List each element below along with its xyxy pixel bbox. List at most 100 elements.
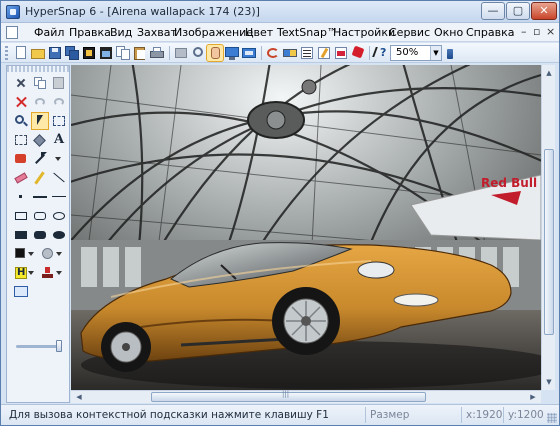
- scroll-left-icon[interactable]: ◀: [73, 392, 85, 402]
- minimize-button[interactable]: —: [481, 2, 505, 20]
- menu-settings[interactable]: Настройки: [333, 26, 395, 39]
- flip-icon[interactable]: [282, 45, 298, 61]
- mdi-close-button[interactable]: ×: [546, 25, 555, 38]
- chevron-down-icon[interactable]: [52, 246, 68, 262]
- capture-window-icon[interactable]: [98, 45, 114, 61]
- toolbar-separator: [261, 46, 262, 60]
- image-height-value: y:1200: [503, 407, 545, 423]
- hand-tool-icon[interactable]: [206, 44, 224, 62]
- undo-icon[interactable]: [32, 94, 48, 110]
- delete-icon[interactable]: [13, 94, 29, 110]
- rounded-rect-icon[interactable]: [32, 208, 48, 224]
- menu-help[interactable]: Справка: [466, 26, 514, 39]
- stamp-tool-icon[interactable]: [13, 151, 29, 167]
- new-file-icon[interactable]: [13, 45, 29, 61]
- text-capture-icon[interactable]: [299, 45, 315, 61]
- toolbar-grip[interactable]: [5, 46, 8, 60]
- hypersnap-window: HyperSnap 6 - [Airena wallapack 174 (23)…: [0, 0, 560, 426]
- chevron-down-icon[interactable]: [52, 265, 68, 281]
- scissors-icon[interactable]: [13, 75, 29, 91]
- text-tool-icon[interactable]: A: [51, 132, 67, 148]
- fit-to-window-icon[interactable]: [13, 284, 29, 300]
- menu-color[interactable]: Цвет: [245, 26, 273, 39]
- scroll-up-icon[interactable]: ▲: [544, 67, 554, 79]
- drawing-tool-palette: A H: [6, 65, 70, 403]
- highlight-icon[interactable]: [333, 45, 349, 61]
- scroll-down-icon[interactable]: ▼: [544, 376, 554, 388]
- open-folder-icon[interactable]: [30, 45, 46, 61]
- chevron-down-icon[interactable]: [24, 265, 40, 281]
- crop-tool-icon[interactable]: [190, 45, 206, 61]
- image-settings-icon[interactable]: [173, 45, 189, 61]
- paste-icon[interactable]: [132, 45, 148, 61]
- stamp-icon[interactable]: [350, 45, 366, 61]
- close-button[interactable]: ✕: [531, 2, 557, 20]
- arrow-tool-icon[interactable]: [32, 151, 48, 167]
- line-width-icon[interactable]: [51, 189, 67, 205]
- title-bar[interactable]: HyperSnap 6 - [Airena wallapack 174 (23)…: [1, 1, 559, 23]
- opacity-slider-thumb[interactable]: [56, 340, 62, 352]
- line-tool-icon[interactable]: [51, 170, 67, 186]
- hypersnap-app-icon[interactable]: [6, 5, 20, 19]
- pencil-icon[interactable]: [32, 170, 48, 186]
- select-arrow-icon[interactable]: [31, 112, 49, 130]
- copy-icon[interactable]: [115, 45, 131, 61]
- chevron-down-icon[interactable]: [24, 246, 40, 262]
- vertical-scrollbar[interactable]: ▲ ▼: [541, 65, 555, 390]
- copy-tool-icon[interactable]: [32, 75, 48, 91]
- menu-capture[interactable]: Захват: [137, 26, 177, 39]
- document-icon[interactable]: [6, 26, 18, 39]
- horizontal-scroll-thumb[interactable]: [151, 390, 426, 402]
- redo-icon[interactable]: [51, 94, 67, 110]
- filled-rect-icon[interactable]: [13, 227, 29, 243]
- capture-button-icon[interactable]: [241, 45, 257, 61]
- menu-image[interactable]: Изображение: [174, 26, 253, 39]
- line-style-icon[interactable]: [32, 189, 48, 205]
- menu-service[interactable]: Сервис: [389, 26, 430, 39]
- rotate-icon[interactable]: [265, 45, 281, 61]
- mdi-minimize-button[interactable]: –: [521, 25, 527, 38]
- fill-bucket-icon[interactable]: [32, 132, 48, 148]
- resize-grip[interactable]: [547, 413, 557, 423]
- menu-view[interactable]: Вид: [110, 26, 132, 39]
- filled-rounded-rect-icon[interactable]: [32, 227, 48, 243]
- print-icon[interactable]: [149, 45, 165, 61]
- select-region-icon[interactable]: [51, 113, 67, 129]
- maximize-button[interactable]: ▢: [506, 2, 530, 20]
- capture-full-screen-icon[interactable]: [224, 45, 240, 61]
- menu-window[interactable]: Окно: [434, 26, 463, 39]
- horizontal-scrollbar[interactable]: ◀ ▶: [71, 390, 541, 403]
- zoom-select[interactable]: 50% ▼: [390, 45, 442, 61]
- image-canvas[interactable]: Red Bull: [71, 65, 541, 390]
- scroll-right-icon[interactable]: ▶: [527, 392, 539, 402]
- arrow-dropdown-icon[interactable]: [51, 151, 67, 167]
- menu-textsnap[interactable]: TextSnap™: [277, 26, 338, 39]
- context-help-icon[interactable]: ?: [372, 45, 389, 61]
- rect-select-icon[interactable]: [13, 132, 29, 148]
- image-size-label: Размер изображения:: [365, 407, 461, 426]
- toolbar-overflow-icon[interactable]: [446, 45, 454, 61]
- save-all-icon[interactable]: [64, 45, 80, 61]
- menu-bar: Файл Правка Вид Захват Изображение Цвет …: [1, 23, 559, 42]
- chevron-down-icon[interactable]: ▼: [430, 46, 441, 60]
- zoom-tool-icon[interactable]: [13, 113, 29, 129]
- svg-text:Red Bull: Red Bull: [481, 176, 537, 190]
- mdi-restore-button[interactable]: ▫: [533, 25, 540, 38]
- save-icon[interactable]: [47, 45, 63, 61]
- capture-region-icon[interactable]: [81, 45, 97, 61]
- window-title: HyperSnap 6 - [Airena wallapack 174 (23)…: [25, 5, 260, 18]
- filled-ellipse-icon[interactable]: [51, 227, 67, 243]
- rectangle-icon[interactable]: [13, 208, 29, 224]
- toolbar-separator: [169, 46, 170, 60]
- palette-grip[interactable]: [7, 66, 69, 72]
- eraser-icon[interactable]: [13, 170, 29, 186]
- ellipse-icon[interactable]: [51, 208, 67, 224]
- car-photo: Red Bull: [71, 65, 541, 390]
- paste-tool-icon[interactable]: [51, 75, 67, 91]
- opacity-slider-track[interactable]: [16, 345, 60, 348]
- menu-edit[interactable]: Правка: [69, 26, 111, 39]
- edit-text-icon[interactable]: [316, 45, 332, 61]
- vertical-scroll-thumb[interactable]: [544, 149, 554, 335]
- point-tool-icon[interactable]: [13, 189, 29, 205]
- menu-file[interactable]: Файл: [34, 26, 64, 39]
